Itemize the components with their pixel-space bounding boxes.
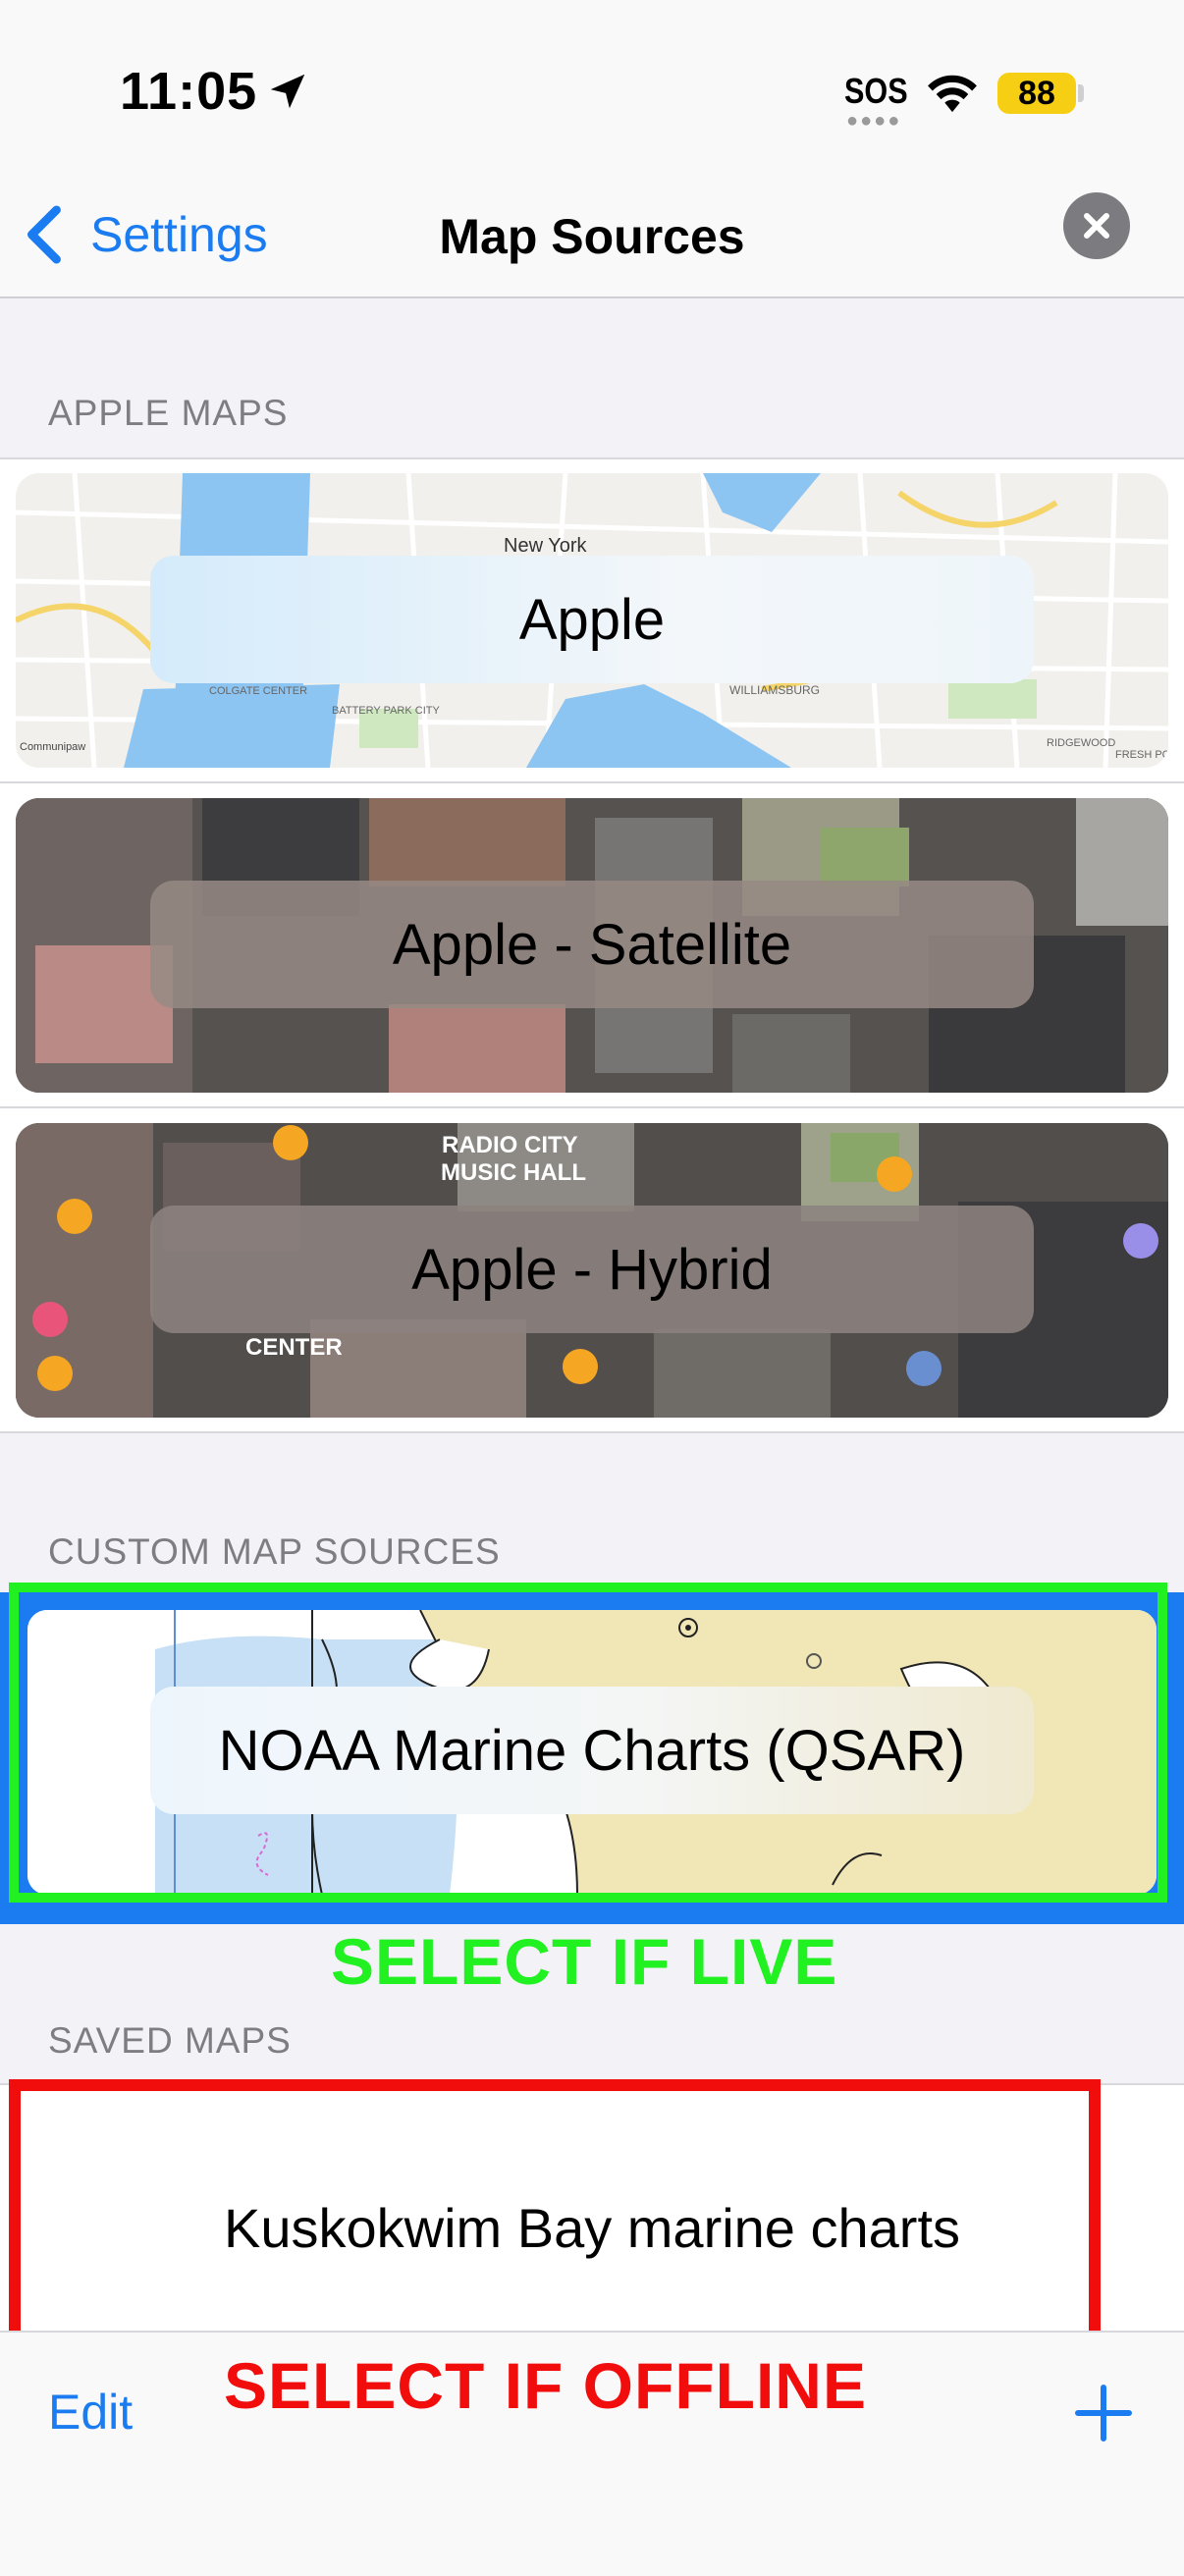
annotation-box-offline xyxy=(9,2079,1101,2350)
map-source-label: Apple - Satellite xyxy=(150,881,1034,1008)
map-source-apple-hybrid[interactable]: RADIO CITY MUSIC HALL CENTER Apple - Hyb… xyxy=(16,1123,1168,1418)
navigation-bar: Settings Map Sources xyxy=(0,177,1184,298)
plus-icon[interactable] xyxy=(1068,2378,1139,2448)
annotation-label-offline: SELECT IF OFFLINE xyxy=(224,2349,867,2422)
page-title: Map Sources xyxy=(439,209,745,264)
map-label-fresh-pond: FRESH POND xyxy=(1115,749,1168,761)
map-source-label: Apple - Hybrid xyxy=(150,1206,1034,1333)
signal-dots-icon: ●●●● xyxy=(846,110,902,132)
map-label-center: CENTER xyxy=(245,1334,343,1361)
map-label-new-york: New York xyxy=(504,535,587,557)
section-header-saved-maps: SAVED MAPS xyxy=(48,2020,292,2061)
map-label-colgate-center: COLGATE CENTER xyxy=(209,685,307,697)
section-header-custom-map-sources: CUSTOM MAP SOURCES xyxy=(48,1531,501,1572)
edit-button[interactable]: Edit xyxy=(48,2384,133,2441)
map-label-ridgewood: RIDGEWOOD xyxy=(1047,737,1115,749)
location-arrow-icon xyxy=(270,74,305,109)
battery-tip xyxy=(1078,84,1084,102)
divider xyxy=(0,781,1184,783)
battery-icon: 88 xyxy=(997,73,1076,114)
map-label-battery-park-city: BATTERY PARK CITY xyxy=(332,705,440,717)
status-time: 11:05 xyxy=(120,62,258,121)
map-label-communipaw: Communipaw xyxy=(20,741,85,753)
divider xyxy=(0,1431,1184,1433)
annotation-box-live xyxy=(9,1583,1167,1903)
map-source-label: Apple xyxy=(150,556,1034,683)
map-label-williamsburg: WILLIAMSBURG xyxy=(729,683,820,697)
map-source-apple[interactable]: New York WILLIAMSBURG COLGATE CENTER BAT… xyxy=(16,473,1168,768)
wifi-icon xyxy=(928,75,977,113)
close-button[interactable] xyxy=(1063,192,1130,259)
sos-indicator: SOS xyxy=(844,71,908,111)
status-bar: 11:05 SOS ●●●● 88 xyxy=(0,0,1184,177)
close-icon xyxy=(1084,213,1109,239)
section-header-apple-maps: APPLE MAPS xyxy=(48,393,289,433)
map-label-radio-city: RADIO CITY xyxy=(442,1132,578,1158)
map-source-apple-satellite[interactable]: Apple - Satellite xyxy=(16,798,1168,1093)
divider xyxy=(0,1106,1184,1108)
annotation-label-live: SELECT IF LIVE xyxy=(331,1925,838,1998)
map-label-music-hall: MUSIC HALL xyxy=(441,1159,586,1186)
